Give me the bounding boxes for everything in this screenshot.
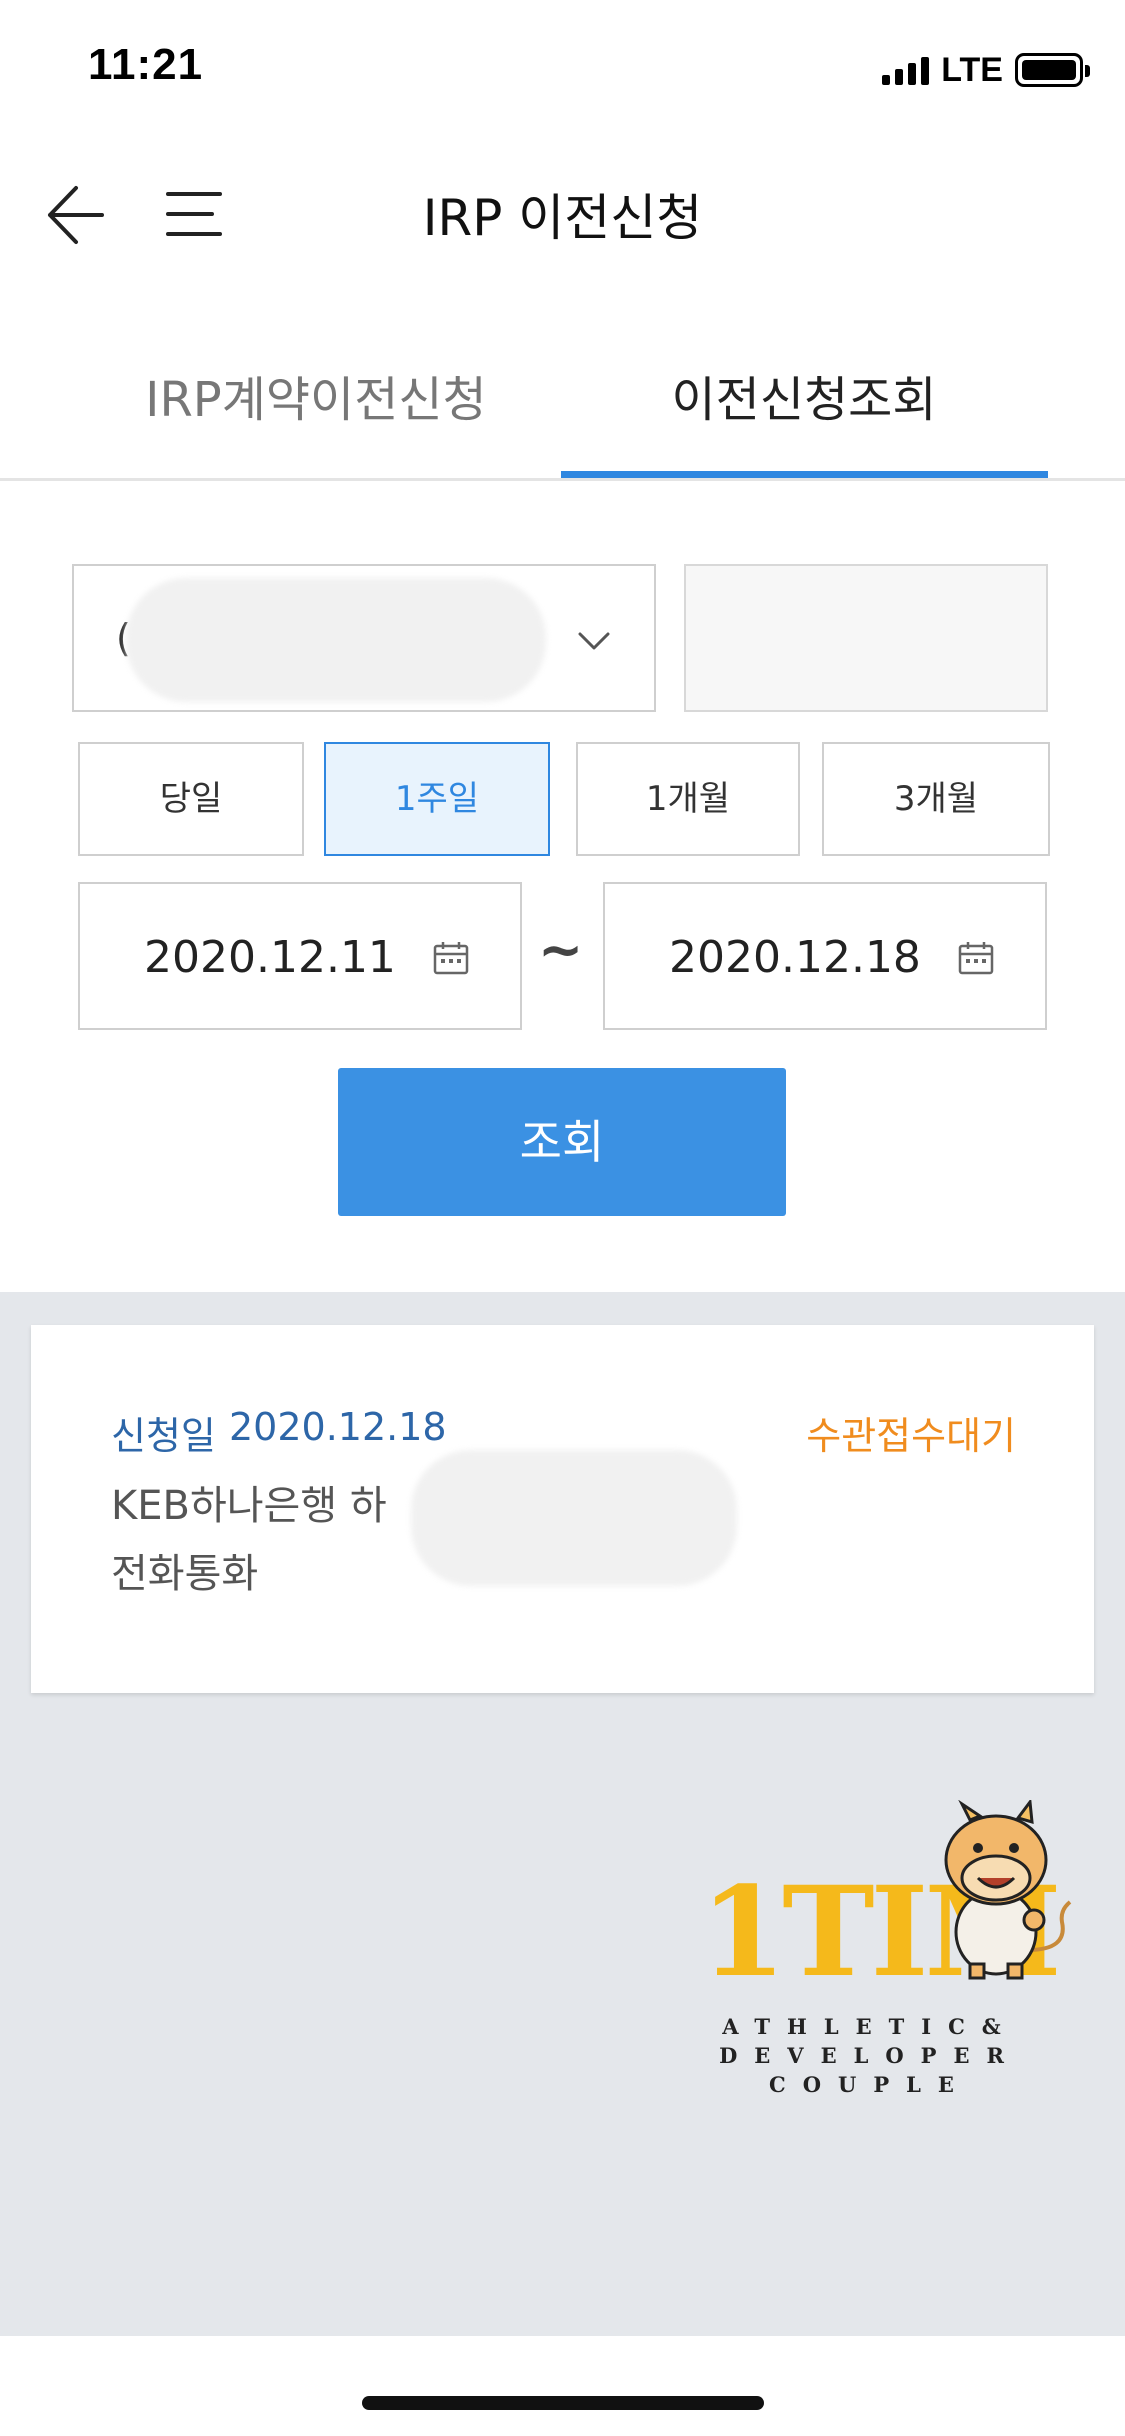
- account-detail-field: [684, 564, 1048, 712]
- start-date-field[interactable]: 2020.12.11: [78, 882, 522, 1030]
- tab-transfer-inquiry[interactable]: 이전신청조회: [554, 360, 1054, 430]
- battery-icon: [1015, 53, 1090, 87]
- period-1week-button[interactable]: 1주일: [324, 742, 550, 856]
- end-date-field[interactable]: 2020.12.18: [603, 882, 1047, 1030]
- redacted-info: [411, 1450, 737, 1586]
- active-tab-indicator: [561, 471, 1048, 478]
- period-today-button[interactable]: 당일: [78, 742, 304, 856]
- request-date-value: 2020.12.18: [229, 1405, 447, 1449]
- bottom-safe-area: [0, 2336, 1125, 2436]
- account-select[interactable]: (: [72, 564, 656, 712]
- request-date-label: 신청일: [111, 1414, 216, 1458]
- tab-divider: [0, 478, 1125, 481]
- bank-name: KEB하나은행 하: [111, 1483, 387, 1529]
- period-1month-button[interactable]: 1개월: [576, 742, 800, 856]
- tab-irp-transfer-request[interactable]: IRP계약이전신청: [66, 360, 566, 430]
- status-time: 11:21: [88, 40, 204, 89]
- redacted-account-number: [126, 578, 546, 702]
- end-date-value: 2020.12.18: [669, 932, 921, 983]
- start-date-value: 2020.12.11: [144, 932, 396, 983]
- tagline-line-3: COUPLE: [769, 2072, 971, 2097]
- search-button[interactable]: 조회: [338, 1068, 786, 1216]
- calendar-icon: [958, 942, 994, 975]
- period-3month-button[interactable]: 3개월: [822, 742, 1050, 856]
- tagline-line-2: DEVELOPER: [719, 2043, 1021, 2068]
- calendar-icon: [433, 942, 469, 975]
- tagline-line-1: ATHLETIC&: [722, 2014, 1018, 2039]
- request-method: 전화통화: [111, 1551, 259, 1597]
- chevron-down-icon: [578, 632, 610, 650]
- network-label: LTE: [941, 50, 1003, 89]
- status-badge: 수관접수대기: [806, 1414, 1016, 1458]
- home-indicator[interactable]: [362, 2396, 764, 2410]
- date-range-separator: ~: [538, 918, 584, 981]
- page-title: IRP 이전신청: [422, 189, 703, 247]
- signal-icon: [882, 55, 930, 85]
- result-card[interactable]: 신청일 2020.12.18 수관접수대기 KEB하나은행 하 전화통화: [31, 1325, 1094, 1693]
- status-indicators: LTE: [882, 48, 1090, 92]
- cow-mascot-icon: [944, 1800, 1072, 1980]
